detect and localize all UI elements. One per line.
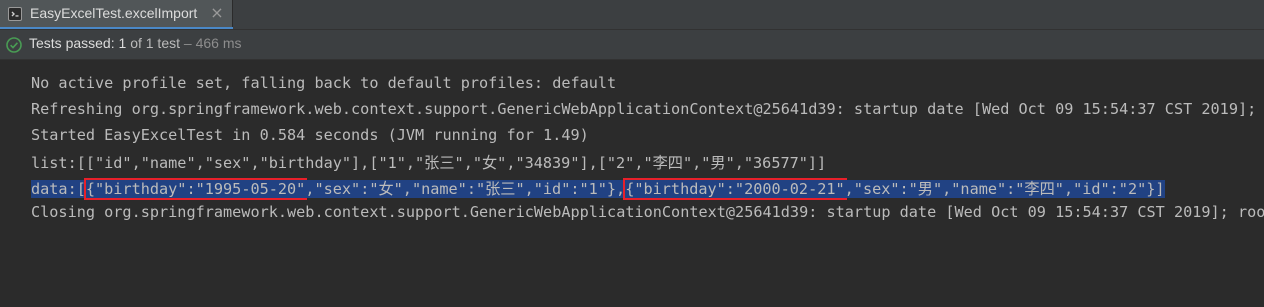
birthday-highlight-box: {"birthday":"1995-05-20" xyxy=(83,178,308,200)
close-icon[interactable]: × xyxy=(209,4,225,22)
status-of-text: of 1 test xyxy=(130,35,180,51)
console-line: Started EasyExcelTest in 0.584 seconds (… xyxy=(31,126,589,144)
active-tab-indicator xyxy=(0,27,233,29)
tab-easyexceltest-excelimport[interactable]: EasyExcelTest.excelImport × xyxy=(0,0,233,29)
editor-tab-bar: EasyExcelTest.excelImport × xyxy=(0,0,1264,30)
status-label: Tests passed: xyxy=(29,35,115,51)
console-line: Closing org.springframework.web.context.… xyxy=(31,203,1264,221)
console-line-data-selected: data:[{"birthday":"1995-05-20","sex":"女"… xyxy=(31,177,1165,201)
test-status-bar: Tests passed: 1 of 1 test – 466 ms xyxy=(0,30,1264,60)
status-count: 1 xyxy=(118,35,127,51)
data-prefix: data:[ xyxy=(31,180,86,198)
console-line: No active profile set, falling back to d… xyxy=(31,74,617,92)
status-duration: – 466 ms xyxy=(183,35,242,51)
test-class-icon xyxy=(8,7,22,21)
birthday-highlight-box: {"birthday":"2000-02-21" xyxy=(623,178,847,200)
console-output[interactable]: No active profile set, falling back to d… xyxy=(0,60,1264,307)
test-status-text: Tests passed: 1 of 1 test – 466 ms xyxy=(29,35,241,51)
check-circle-icon xyxy=(6,37,22,53)
console-line: Refreshing org.springframework.web.conte… xyxy=(31,100,1264,118)
tab-label: EasyExcelTest.excelImport xyxy=(30,5,198,21)
record-text: ,"sex":"女","name":"张三","id":"1"}, xyxy=(305,180,626,198)
console-line: list:[["id","name","sex","birthday"],["1… xyxy=(31,154,827,172)
record-text: ,"sex":"男","name":"李四","id":"2"}] xyxy=(844,180,1165,198)
